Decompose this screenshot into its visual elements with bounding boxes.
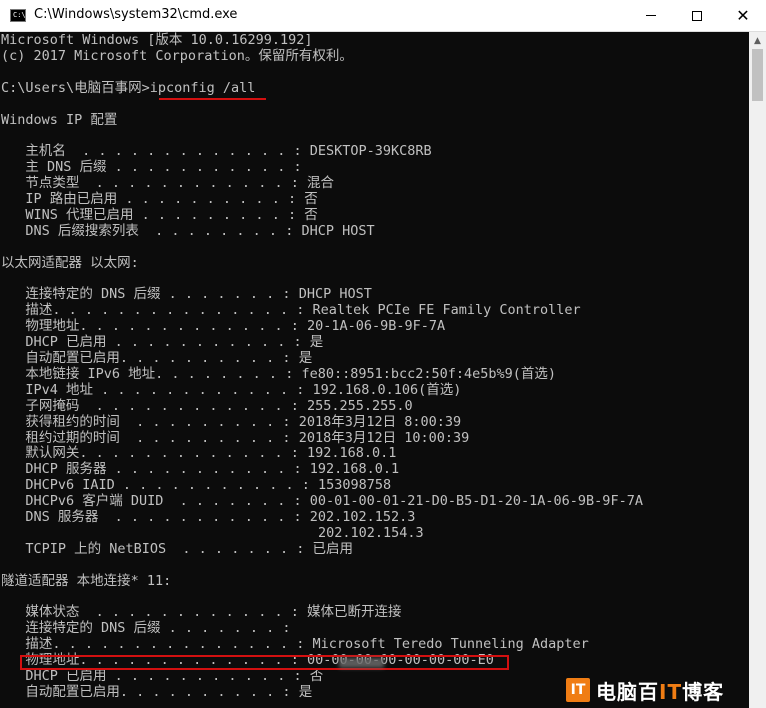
maximize-button[interactable]	[674, 0, 720, 31]
console-line: DNS 后缀搜索列表 . . . . . . . . : DHCP HOST	[1, 222, 375, 239]
console-line: 节点类型 . . . . . . . . . . . . : 混合	[1, 175, 334, 192]
console-line: DHCP 已启用 . . . . . . . . . . . : 否	[1, 668, 324, 684]
watermark-text: 电脑百IT博客	[596, 679, 725, 704]
minimize-icon	[646, 15, 656, 16]
console-line: 租约过期的时间 . . . . . . . . . : 2018年3月12日 1…	[1, 429, 470, 446]
console-line: 物理地址. . . . . . . . . . . . . : 20-1A-06…	[1, 318, 446, 335]
console-line: 获得租约的时间 . . . . . . . . . : 2018年3月12日 8…	[1, 413, 462, 430]
console-line: C:\Users\电脑百事网>ipconfig /all	[1, 79, 256, 96]
window-title: C:\Windows\system32\cmd.exe	[34, 7, 238, 22]
console-line: TCPIP 上的 NetBIOS . . . . . . . : 已启用	[1, 540, 353, 557]
console-line: 本地链接 IPv6 地址. . . . . . . . : fe80::8951…	[1, 365, 557, 382]
minimize-button[interactable]	[628, 0, 674, 31]
cmd-app-icon[interactable]: C:\	[10, 9, 26, 22]
console-line: 隧道适配器 本地连接* 11:	[1, 572, 172, 589]
mac-address-highlight	[20, 655, 509, 670]
watermark-logo-icon: IT	[566, 678, 590, 702]
watermark: IT 电脑百IT博客	[566, 677, 725, 704]
console-line: Microsoft Windows [版本 10.0.16299.192]	[1, 32, 313, 48]
cmd-window: C:\ C:\Windows\system32\cmd.exe ✕ Micros…	[0, 0, 766, 708]
maximize-icon	[692, 10, 702, 21]
console-line: 自动配置已启用. . . . . . . . . . : 是	[1, 350, 313, 366]
console-line: 主 DNS 后缀 . . . . . . . . . . . :	[1, 159, 302, 176]
scroll-up-arrow-icon[interactable]: ▲	[749, 32, 766, 49]
console-line: 媒体状态 . . . . . . . . . . . . : 媒体已断开连接	[1, 604, 402, 621]
console-line: IPv4 地址 . . . . . . . . . . . . : 192.16…	[1, 381, 462, 398]
console-line: DNS 服务器 . . . . . . . . . . . : 202.102.…	[1, 509, 416, 525]
console-line: DHCPv6 客户端 DUID . . . . . . . : 00-01-00…	[1, 493, 643, 510]
console-line: 子网掩码 . . . . . . . . . . . . : 255.255.2…	[1, 397, 413, 414]
title-bar[interactable]: C:\ C:\Windows\system32\cmd.exe ✕	[0, 0, 766, 32]
console-line: 描述. . . . . . . . . . . . . . . : Micros…	[1, 636, 589, 653]
console-line: 自动配置已启用. . . . . . . . . . : 是	[1, 683, 313, 700]
console-line: 连接特定的 DNS 后缀 . . . . . . . :	[1, 620, 291, 637]
console-line: (c) 2017 Microsoft Corporation。保留所有权利。	[1, 47, 353, 64]
console-line: 202.102.154.3	[1, 524, 424, 541]
console-line: 默认网关. . . . . . . . . . . . . : 192.168.…	[1, 445, 397, 462]
redacted-mac-blur	[339, 658, 384, 668]
scroll-thumb[interactable]	[752, 49, 763, 101]
console-line: 主机名 . . . . . . . . . . . . . : DESKTOP-…	[1, 143, 432, 160]
console-line: DHCP 服务器 . . . . . . . . . . . : 192.168…	[1, 461, 400, 478]
command-underline	[159, 98, 266, 100]
console-line: 连接特定的 DNS 后缀 . . . . . . . : DHCP HOST	[1, 286, 372, 303]
console-line: DHCP 已启用 . . . . . . . . . . . : 是	[1, 334, 324, 351]
console-line: 以太网适配器 以太网:	[1, 254, 139, 271]
vertical-scrollbar[interactable]: ▲	[749, 32, 766, 708]
close-button[interactable]: ✕	[720, 0, 766, 31]
console-line: Windows IP 配置	[1, 111, 118, 128]
console-line: IP 路由已启用 . . . . . . . . . . : 否	[1, 191, 318, 207]
console-line: DHCPv6 IAID . . . . . . . . . . . : 1530…	[1, 477, 392, 494]
console-line: 描述. . . . . . . . . . . . . . . : Realte…	[1, 302, 581, 319]
close-icon: ✕	[736, 6, 750, 25]
console-line: WINS 代理已启用 . . . . . . . . . : 否	[1, 206, 318, 223]
console-output[interactable]: Microsoft Windows [版本 10.0.16299.192] (c)…	[0, 32, 748, 708]
